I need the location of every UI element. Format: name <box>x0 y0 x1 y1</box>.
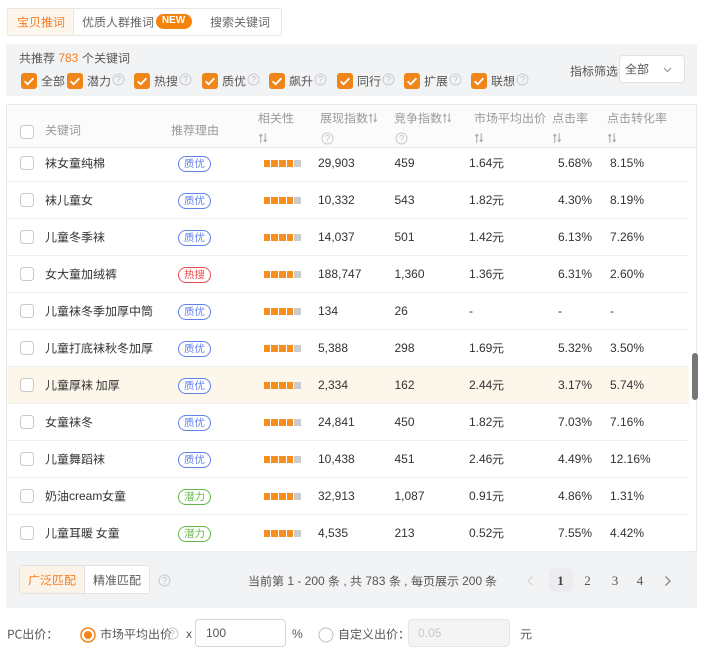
svg-text:?: ? <box>453 74 458 84</box>
svg-text:?: ? <box>325 134 330 144</box>
svg-text:?: ? <box>162 576 167 586</box>
svg-text:?: ? <box>318 74 323 84</box>
svg-text:?: ? <box>520 74 525 84</box>
svg-text:?: ? <box>399 134 404 144</box>
svg-text:?: ? <box>251 74 256 84</box>
svg-text:?: ? <box>170 629 175 639</box>
svg-text:?: ? <box>116 74 121 84</box>
svg-text:?: ? <box>386 74 391 84</box>
svg-text:?: ? <box>183 74 188 84</box>
